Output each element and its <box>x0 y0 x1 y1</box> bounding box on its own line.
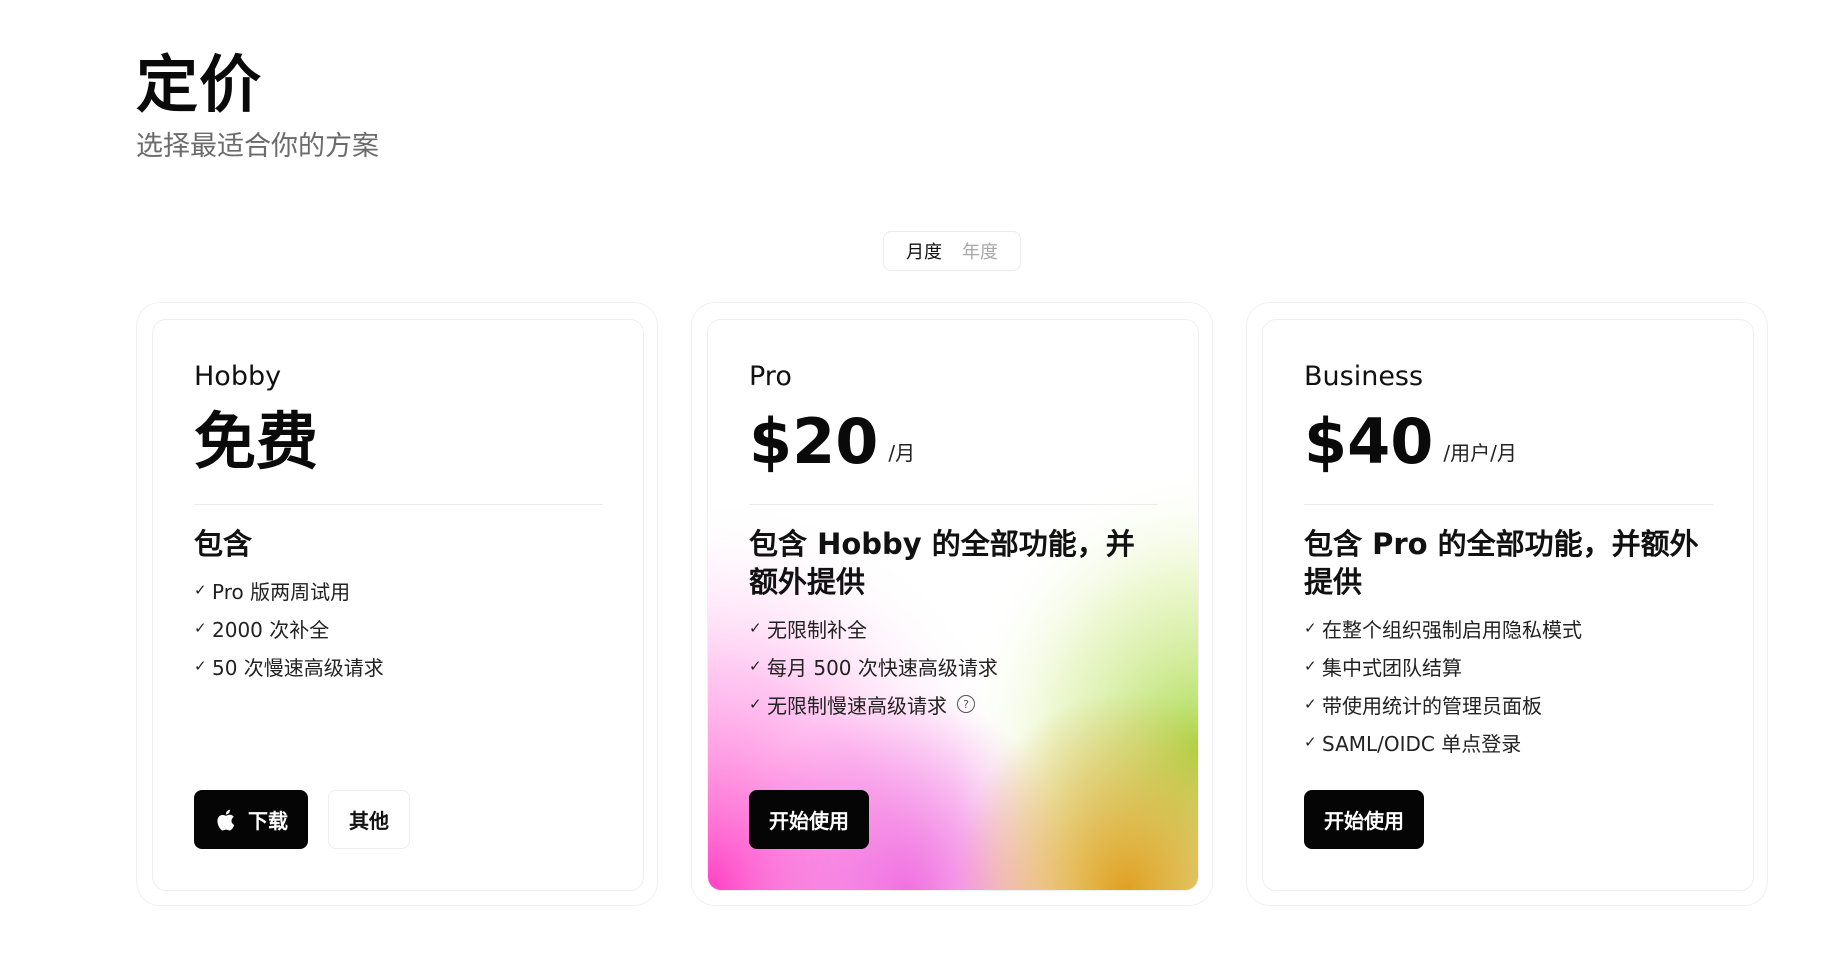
plan-price: $20 <box>749 405 879 478</box>
price-unit: /月 <box>888 441 916 465</box>
check-icon: ✓ <box>749 657 762 675</box>
divider <box>194 504 603 505</box>
feature-text: 无限制慢速高级请求 <box>767 693 947 718</box>
feature-text: Pro 版两周试用 <box>212 579 351 604</box>
feature-item: ✓ 50 次慢速高级请求 <box>194 647 603 685</box>
other-platforms-button[interactable]: 其他 <box>328 790 410 849</box>
check-icon: ✓ <box>194 581 207 599</box>
feature-text: 每月 500 次快速高级请求 <box>767 655 998 680</box>
feature-list: ✓ 无限制补全 ✓ 每月 500 次快速高级请求 ✓ 无限制慢速高级请求? <box>749 609 1158 723</box>
page-subtitle: 选择最适合你的方案 <box>136 131 379 162</box>
card-actions: 开始使用 <box>1304 790 1424 849</box>
includes-heading: 包含 Pro 的全部功能，并额外提供 <box>1304 527 1699 599</box>
feature-item: ✓ 每月 500 次快速高级请求 <box>749 647 1158 685</box>
feature-item: ✓ 带使用统计的管理员面板 <box>1304 685 1713 723</box>
feature-list: ✓ Pro 版两周试用 ✓ 2000 次补全 ✓ 50 次慢速高级请求 <box>194 571 603 685</box>
download-button-label: 下载 <box>248 809 288 833</box>
includes-heading: 包含 Hobby 的全部功能，并额外提供 <box>749 527 1135 599</box>
feature-item: ✓ 无限制补全 <box>749 609 1158 647</box>
divider <box>749 504 1158 505</box>
feature-item: ✓ 无限制慢速高级请求? <box>749 685 1158 723</box>
plan-card-hobby-frame: Hobby 免费 包含 ✓ Pro 版两周试用 ✓ 2000 次补全 ✓ 50 次慢速… <box>136 302 658 906</box>
download-button[interactable]: 下载 <box>194 790 308 849</box>
feature-text: 带使用统计的管理员面板 <box>1322 693 1542 718</box>
check-icon: ✓ <box>1304 657 1317 675</box>
plan-price: $40 <box>1304 405 1434 478</box>
feature-item: ✓ 集中式团队结算 <box>1304 647 1713 685</box>
check-icon: ✓ <box>1304 733 1317 751</box>
get-started-button[interactable]: 开始使用 <box>749 790 869 849</box>
feature-text: 50 次慢速高级请求 <box>212 655 384 680</box>
plan-name: Business <box>1304 361 1424 392</box>
toggle-monthly[interactable]: 月度 <box>906 238 942 264</box>
page-title: 定价 <box>136 48 263 121</box>
check-icon: ✓ <box>194 619 207 637</box>
includes-heading: 包含 <box>194 527 253 561</box>
feature-text: 无限制补全 <box>767 617 867 642</box>
plan-card-hobby: Hobby 免费 包含 ✓ Pro 版两周试用 ✓ 2000 次补全 ✓ 50 次慢速… <box>152 319 644 891</box>
card-actions: 开始使用 <box>749 790 869 849</box>
card-actions: 下载 其他 <box>194 790 410 849</box>
feature-text: 2000 次补全 <box>212 617 330 642</box>
check-icon: ✓ <box>1304 619 1317 637</box>
feature-text: 集中式团队结算 <box>1322 655 1462 680</box>
plan-card-business-frame: Business $40 /用户/月 包含 Pro 的全部功能，并额外提供 ✓ 在… <box>1246 302 1768 906</box>
check-icon: ✓ <box>749 695 762 713</box>
check-icon: ✓ <box>1304 695 1317 713</box>
check-icon: ✓ <box>194 657 207 675</box>
plan-name: Pro <box>749 361 792 392</box>
check-icon: ✓ <box>749 619 762 637</box>
plan-card-business: Business $40 /用户/月 包含 Pro 的全部功能，并额外提供 ✓ 在… <box>1262 319 1754 891</box>
info-icon[interactable]: ? <box>957 695 975 713</box>
get-started-button[interactable]: 开始使用 <box>1304 790 1424 849</box>
price-row: $40 /用户/月 <box>1304 406 1713 478</box>
feature-item: ✓ SAML/OIDC 单点登录 <box>1304 723 1713 761</box>
feature-item: ✓ 2000 次补全 <box>194 609 603 647</box>
divider <box>1304 504 1713 505</box>
feature-list: ✓ 在整个组织强制启用隐私模式 ✓ 集中式团队结算 ✓ 带使用统计的管理员面板 ✓ SA… <box>1304 609 1713 761</box>
price-unit: /用户/月 <box>1443 441 1517 465</box>
price-row: 免费 <box>194 406 603 478</box>
feature-item: ✓ 在整个组织强制启用隐私模式 <box>1304 609 1713 647</box>
toggle-yearly[interactable]: 年度 <box>962 238 998 264</box>
billing-toggle: 月度 年度 <box>883 231 1021 271</box>
plan-name: Hobby <box>194 361 282 392</box>
plan-price: 免费 <box>194 405 319 478</box>
feature-text: 在整个组织强制启用隐私模式 <box>1322 617 1582 642</box>
feature-item: ✓ Pro 版两周试用 <box>194 571 603 609</box>
apple-icon <box>217 809 235 830</box>
plan-card-pro-frame: Pro $20 /月 包含 Hobby 的全部功能，并额外提供 ✓ 无限制补全 ✓… <box>691 302 1213 906</box>
plan-card-pro: Pro $20 /月 包含 Hobby 的全部功能，并额外提供 ✓ 无限制补全 ✓… <box>707 319 1199 891</box>
feature-text: SAML/OIDC 单点登录 <box>1322 731 1522 756</box>
price-row: $20 /月 <box>749 406 1158 478</box>
